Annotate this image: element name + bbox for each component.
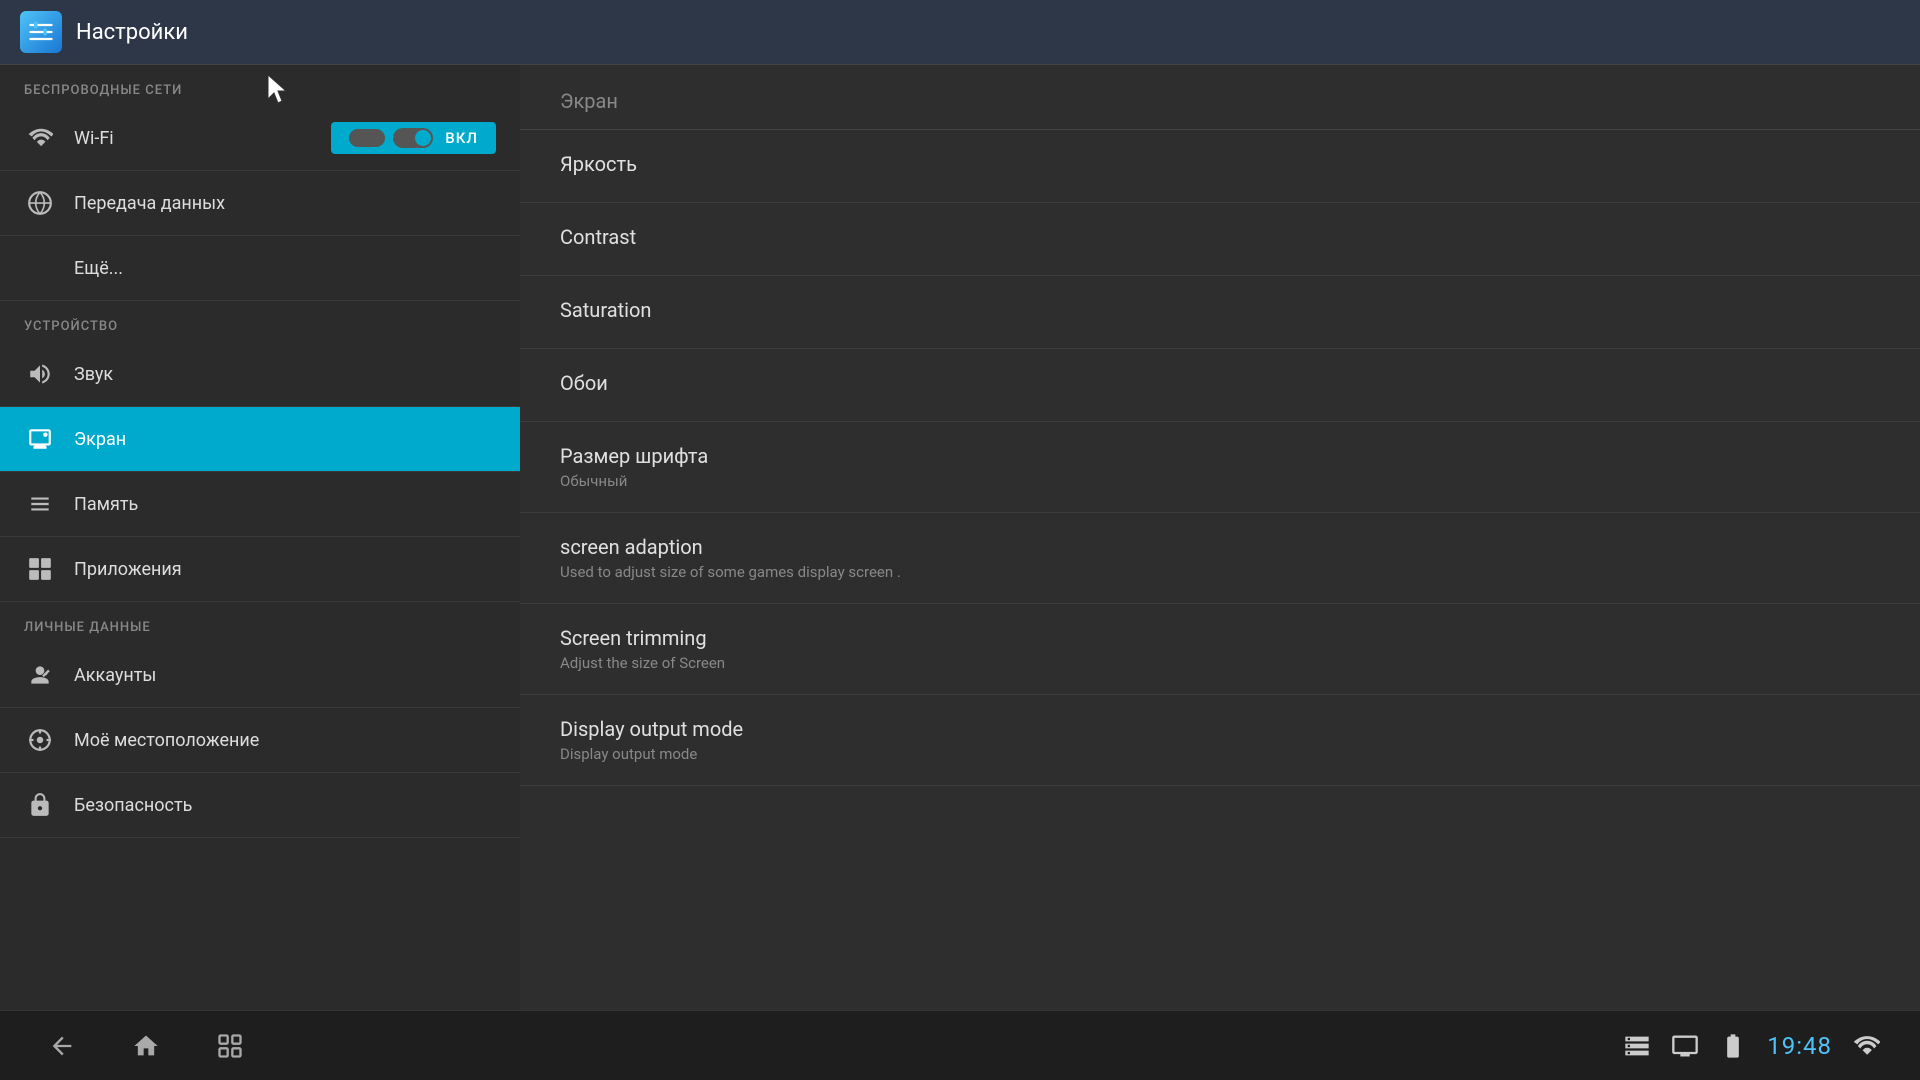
saturation-title: Saturation (560, 298, 1880, 322)
contrast-title: Contrast (560, 225, 1880, 249)
section-header-device: УСТРОЙСТВО (0, 301, 520, 342)
memory-label: Память (74, 494, 138, 515)
sidebar-item-wifi[interactable]: Wi-Fi ВКЛ (0, 106, 520, 171)
top-bar: Настройки (0, 0, 1920, 65)
accounts-label: Аккаунты (74, 665, 156, 686)
sidebar-item-sound[interactable]: Звук (0, 342, 520, 407)
home-button[interactable] (124, 1024, 168, 1068)
screen-adaption-subtitle: Used to adjust size of some games displa… (560, 563, 1880, 581)
setting-contrast[interactable]: Contrast (520, 203, 1920, 276)
wifi-icon (24, 122, 56, 154)
brightness-title: Яркость (560, 152, 1880, 176)
section-header-personal: ЛИЧНЫЕ ДАННЫЕ (0, 602, 520, 643)
screen-icon (24, 423, 56, 455)
screen-label: Экран (74, 429, 126, 450)
wifi-label: Wi-Fi (74, 128, 114, 149)
setting-font-size[interactable]: Размер шрифта Обычный (520, 422, 1920, 513)
more-label: Ещё... (74, 258, 123, 279)
setting-screen-trimming[interactable]: Screen trimming Adjust the size of Scree… (520, 604, 1920, 695)
sound-icon (24, 358, 56, 390)
clock: 19:48 (1767, 1032, 1832, 1060)
sidebar-item-apps[interactable]: Приложения (0, 537, 520, 602)
wallpaper-title: Обои (560, 371, 1880, 395)
status-bar-right: 19:48 (1623, 1032, 1880, 1060)
display-icon (1671, 1032, 1699, 1060)
sidebar-item-security[interactable]: Безопасность (0, 773, 520, 838)
memory-icon (24, 488, 56, 520)
setting-wallpaper[interactable]: Обои (520, 349, 1920, 422)
display-output-title: Display output mode (560, 717, 1880, 741)
recents-button[interactable] (208, 1024, 252, 1068)
main-layout: БЕСПРОВОДНЫЕ СЕТИ Wi-Fi ВКЛ (0, 65, 1920, 1010)
sidebar-item-data-transfer[interactable]: Передача данных (0, 171, 520, 236)
app-title: Настройки (76, 20, 188, 45)
nav-buttons (40, 1024, 252, 1068)
setting-brightness[interactable]: Яркость (520, 130, 1920, 203)
sidebar-item-more[interactable]: Ещё... (0, 236, 520, 301)
bottom-bar: 19:48 (0, 1010, 1920, 1080)
more-icon (24, 252, 56, 284)
storage-icon (1623, 1032, 1651, 1060)
accounts-icon (24, 659, 56, 691)
wifi-left: Wi-Fi (24, 122, 114, 154)
sidebar: БЕСПРОВОДНЫЕ СЕТИ Wi-Fi ВКЛ (0, 65, 520, 1010)
back-button[interactable] (40, 1024, 84, 1068)
screen-adaption-title: screen adaption (560, 535, 1880, 559)
display-output-subtitle: Display output mode (560, 745, 1880, 763)
battery-icon (1719, 1032, 1747, 1060)
content-header: Экран (520, 65, 1920, 130)
sidebar-item-location[interactable]: Моё местоположение (0, 708, 520, 773)
wifi-status-icon (1852, 1032, 1880, 1060)
wifi-toggle[interactable]: ВКЛ (331, 122, 496, 154)
screen-trimming-title: Screen trimming (560, 626, 1880, 650)
data-transfer-icon (24, 187, 56, 219)
data-transfer-label: Передача данных (74, 193, 225, 214)
sidebar-item-accounts[interactable]: Аккаунты (0, 643, 520, 708)
setting-saturation[interactable]: Saturation (520, 276, 1920, 349)
content-panel: Экран Яркость Contrast Saturation Обои Р… (520, 65, 1920, 1010)
apps-icon (24, 553, 56, 585)
font-size-title: Размер шрифта (560, 444, 1880, 468)
font-size-subtitle: Обычный (560, 472, 1880, 490)
screen-trimming-subtitle: Adjust the size of Screen (560, 654, 1880, 672)
sidebar-item-screen[interactable]: Экран (0, 407, 520, 472)
setting-display-output[interactable]: Display output mode Display output mode (520, 695, 1920, 786)
section-header-wireless: БЕСПРОВОДНЫЕ СЕТИ (0, 65, 520, 106)
location-label: Моё местоположение (74, 730, 259, 751)
apps-label: Приложения (74, 559, 182, 580)
sound-label: Звук (74, 364, 113, 385)
security-icon (24, 789, 56, 821)
setting-screen-adaption[interactable]: screen adaption Used to adjust size of s… (520, 513, 1920, 604)
security-label: Безопасность (74, 795, 192, 816)
sidebar-item-memory[interactable]: Память (0, 472, 520, 537)
location-icon (24, 724, 56, 756)
app-icon (20, 11, 62, 53)
